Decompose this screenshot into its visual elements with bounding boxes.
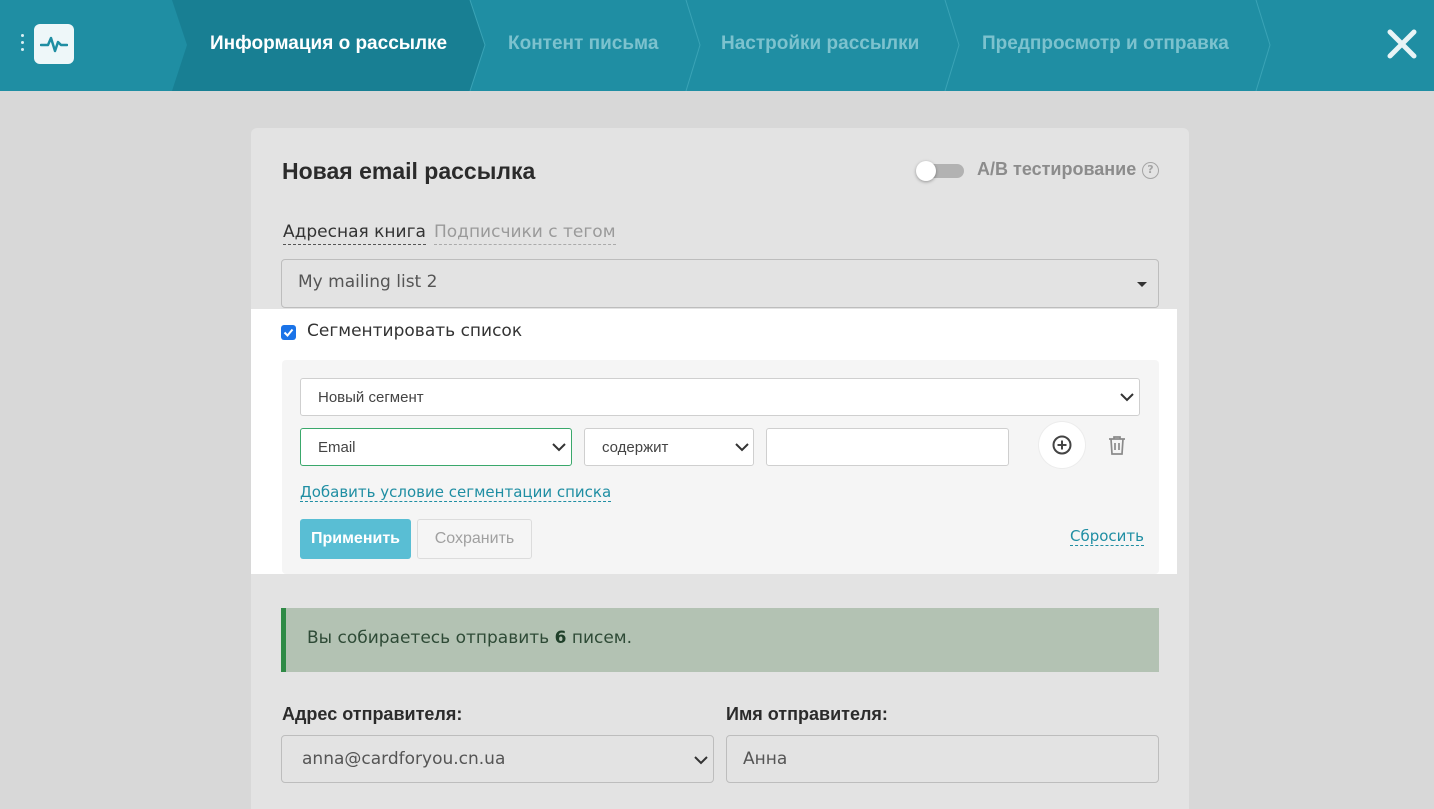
close-icon[interactable] xyxy=(1386,28,1418,60)
field-select[interactable]: Email xyxy=(300,428,572,466)
chevron-down-icon xyxy=(1120,393,1134,402)
sender-address-select[interactable]: anna@cardforyou.cn.ua xyxy=(281,735,714,783)
segment-select-value: Новый сегмент xyxy=(318,389,424,406)
operator-select-value: содержит xyxy=(602,439,669,456)
apply-button[interactable]: Применить xyxy=(300,519,411,559)
recipients-count: 6 xyxy=(554,628,567,648)
condition-value-input[interactable] xyxy=(766,428,1009,466)
sender-name-input[interactable]: Анна xyxy=(726,735,1159,783)
add-condition-button[interactable] xyxy=(1039,422,1085,468)
mailing-list-select[interactable]: My mailing list 2 xyxy=(281,259,1159,308)
tab-address-book[interactable]: Адресная книга xyxy=(283,222,426,245)
chevron-down-icon xyxy=(552,443,566,452)
save-button[interactable]: Сохранить xyxy=(417,519,532,559)
caret-down-icon xyxy=(1137,282,1147,287)
chevron-down-icon xyxy=(694,756,708,765)
plus-circle-icon xyxy=(1052,435,1072,455)
step-content[interactable]: Контент письма xyxy=(508,0,658,91)
sender-address-label: Адрес отправителя: xyxy=(282,704,463,724)
help-icon[interactable]: ? xyxy=(1142,162,1159,179)
step-settings[interactable]: Настройки рассылки xyxy=(721,0,919,91)
field-select-value: Email xyxy=(318,439,356,456)
sender-name-value: Анна xyxy=(743,749,788,769)
step-info[interactable]: Информация о рассылке xyxy=(210,0,447,91)
operator-select[interactable]: содержит xyxy=(584,428,754,466)
page-title: Новая email рассылка xyxy=(282,158,536,184)
tab-tagged-subscribers[interactable]: Подписчики с тегом xyxy=(434,222,616,245)
sender-address-value: anna@cardforyou.cn.ua xyxy=(302,749,506,769)
ab-testing-label: A/B тестирование xyxy=(977,159,1137,179)
wizard-header: Информация о рассылке Контент письма Нас… xyxy=(0,0,1434,91)
segment-select[interactable]: Новый сегмент xyxy=(300,378,1140,416)
step-preview[interactable]: Предпросмотр и отправка xyxy=(982,0,1229,91)
segment-checkbox-label[interactable]: Сегментировать список xyxy=(307,321,522,341)
sender-name-label: Имя отправителя: xyxy=(726,704,888,724)
chevron-down-icon xyxy=(735,443,749,452)
recipients-info-banner: Вы собираетесь отправить 6 писем. xyxy=(281,608,1159,672)
ab-testing-toggle[interactable] xyxy=(916,161,966,181)
mailing-list-value: My mailing list 2 xyxy=(298,272,438,292)
trash-icon[interactable] xyxy=(1107,435,1127,459)
segment-checkbox[interactable] xyxy=(281,325,296,340)
recipients-info-text: Вы собираетесь отправить 6 писем. xyxy=(307,628,633,648)
add-segment-condition-link[interactable]: Добавить условие сегментации списка xyxy=(300,483,612,502)
reset-link[interactable]: Сбросить xyxy=(1070,527,1144,546)
